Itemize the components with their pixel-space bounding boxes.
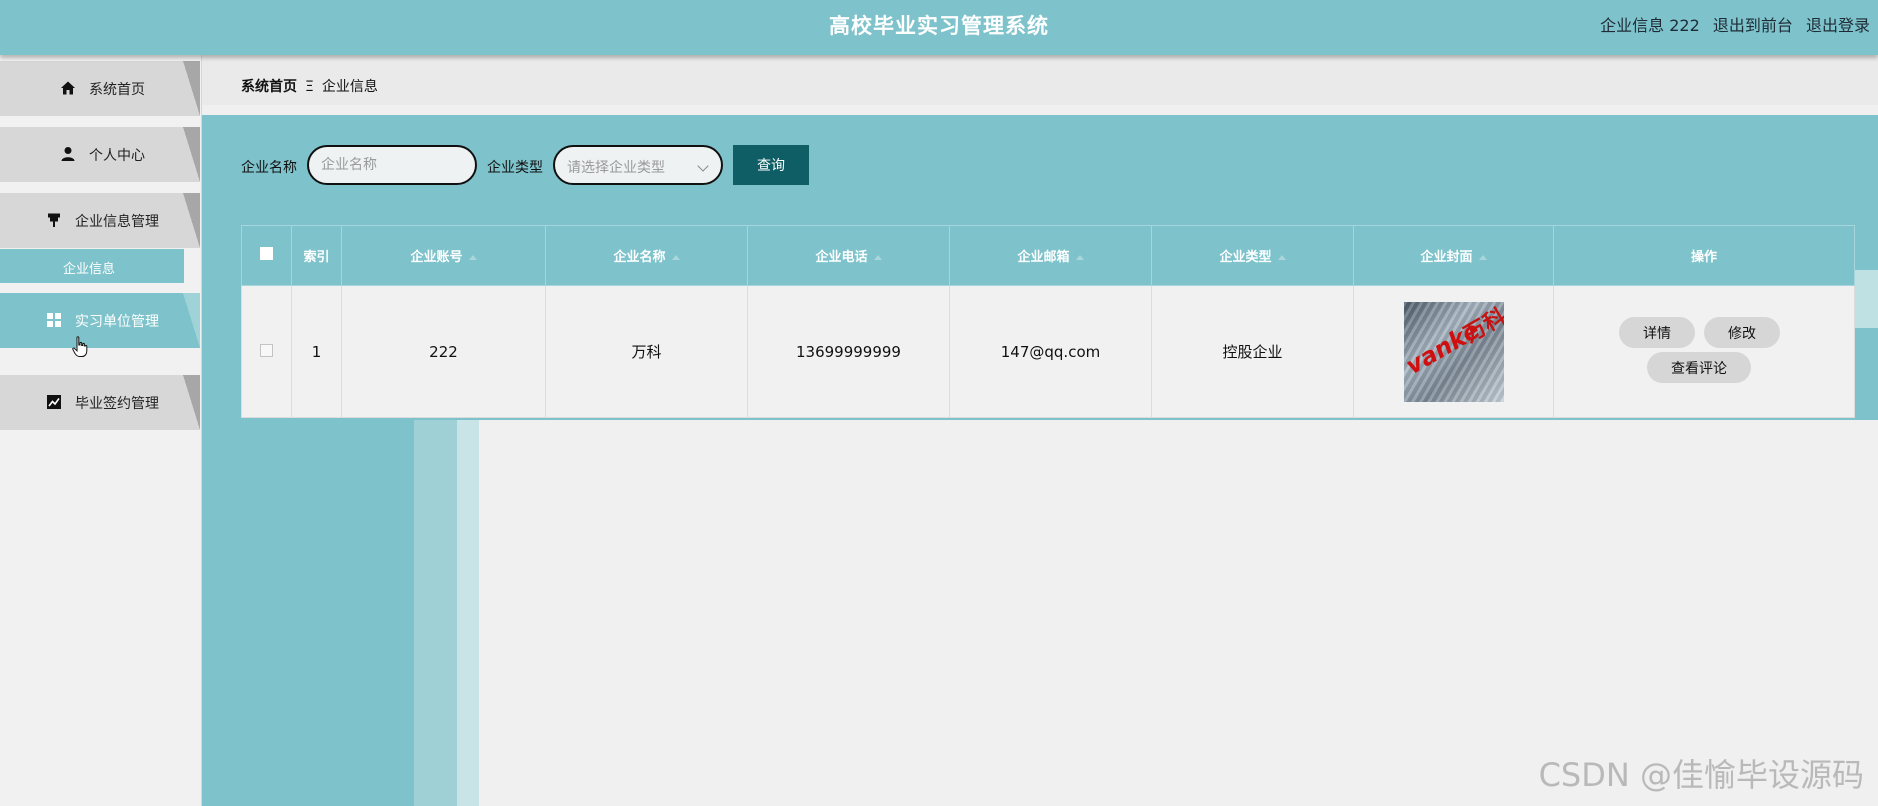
table-header-row: 索引 企业账号 企业名称 企业电话 企业邮箱 企业类型 企业封面 操作: [241, 225, 1855, 286]
breadcrumb-separator: Ξ: [305, 79, 314, 95]
hand-cursor-icon: [72, 336, 88, 357]
select-all-cell: [241, 225, 292, 286]
table-row: 1 222 万科 13699999999 147@qq.com 控股企业 van…: [241, 285, 1855, 418]
company-type-label: 企业类型: [487, 160, 543, 176]
item-fold-corner: [183, 375, 200, 430]
top-header: 高校毕业实习管理系统 企业信息 222 退出到前台 退出登录: [0, 0, 1878, 55]
submenu-label: 企业信息: [63, 262, 116, 277]
column-header-cover[interactable]: 企业封面: [1353, 225, 1554, 286]
sort-icon[interactable]: [1075, 255, 1084, 260]
cell-phone: 13699999999: [747, 285, 950, 418]
sidebar-item-label: 毕业签约管理: [75, 396, 159, 412]
sidebar-item-company-info[interactable]: 企业信息管理: [0, 193, 200, 248]
sidebar-item-label: 企业信息管理: [75, 214, 159, 230]
back-to-front-link[interactable]: 退出到前台: [1713, 16, 1793, 35]
logout-link[interactable]: 退出登录: [1806, 16, 1870, 35]
item-fold-corner: [183, 293, 200, 348]
sidebar-item-internship-unit[interactable]: 实习单位管理: [0, 293, 200, 348]
sidebar-item-label: 系统首页: [89, 82, 145, 98]
breadcrumb-home[interactable]: 系统首页: [241, 79, 297, 95]
submenu-item-company-info[interactable]: 企业信息: [0, 249, 184, 283]
select-placeholder: 请选择企业类型: [567, 160, 665, 176]
user-label: 企业信息 222: [1600, 16, 1700, 35]
cell-email: 147@qq.com: [949, 285, 1152, 418]
home-icon: [61, 81, 75, 95]
company-type-select[interactable]: 请选择企业类型: [553, 145, 723, 185]
sort-icon[interactable]: [671, 255, 680, 260]
cell-type: 控股企业: [1151, 285, 1354, 418]
sidebar-item-label: 个人中心: [89, 148, 145, 164]
cell-account: 222: [341, 285, 546, 418]
detail-button[interactable]: 详情: [1619, 317, 1695, 348]
sort-icon[interactable]: [1277, 255, 1286, 260]
cell-actions: 详情 修改 查看评论: [1553, 285, 1855, 418]
sort-icon[interactable]: [873, 255, 882, 260]
column-header-email[interactable]: 企业邮箱: [949, 225, 1152, 286]
sidebar-item-graduation-signing[interactable]: 毕业签约管理: [0, 375, 200, 430]
sidebar-item-personal-center[interactable]: 个人中心: [0, 127, 200, 182]
breadcrumb: 系统首页 Ξ 企业信息: [241, 76, 378, 96]
item-fold-corner: [183, 127, 200, 182]
user-icon: [61, 147, 75, 161]
grid-icon: [47, 313, 61, 327]
view-comments-button[interactable]: 查看评论: [1647, 352, 1751, 383]
row-select-cell: [241, 285, 292, 418]
content-lower-area: [479, 420, 1878, 806]
item-fold-corner: [183, 61, 200, 116]
cell-index: 1: [291, 285, 342, 418]
company-cover-image[interactable]: vanke 万科: [1403, 301, 1504, 402]
item-fold-corner: [183, 193, 200, 248]
decor-strip: [457, 420, 479, 806]
company-name-label: 企业名称: [241, 160, 297, 176]
chevron-down-icon: [697, 160, 709, 172]
column-header-index: 索引: [291, 225, 342, 286]
breadcrumb-bar: 系统首页 Ξ 企业信息: [202, 55, 1878, 105]
query-button[interactable]: 查询: [733, 145, 809, 185]
company-table: 索引 企业账号 企业名称 企业电话 企业邮箱 企业类型 企业封面 操作 1 22…: [241, 225, 1855, 418]
content-panel: [202, 115, 1878, 806]
company-name-input[interactable]: [307, 145, 477, 185]
column-header-actions: 操作: [1553, 225, 1855, 286]
pin-icon: [48, 213, 60, 227]
sidebar-item-label: 实习单位管理: [75, 314, 159, 330]
cell-name: 万科: [545, 285, 748, 418]
watermark: CSDN @佳愉毕设源码: [1538, 756, 1864, 794]
header-user-area: 企业信息 222 退出到前台 退出登录: [1592, 12, 1870, 36]
cell-cover: vanke 万科: [1353, 285, 1554, 418]
breadcrumb-current: 企业信息: [321, 79, 378, 95]
row-actions: 详情 修改 查看评论: [1554, 286, 1854, 417]
column-header-name[interactable]: 企业名称: [545, 225, 748, 286]
sort-icon[interactable]: [1478, 255, 1487, 260]
column-header-type[interactable]: 企业类型: [1151, 225, 1354, 286]
chart-icon: [47, 395, 61, 409]
column-header-account[interactable]: 企业账号: [341, 225, 546, 286]
decor-block: [1852, 270, 1878, 328]
sort-icon[interactable]: [468, 255, 477, 260]
edit-button[interactable]: 修改: [1704, 317, 1780, 348]
row-checkbox[interactable]: [260, 343, 273, 357]
select-all-checkbox[interactable]: [260, 247, 273, 260]
sidebar-item-home[interactable]: 系统首页: [0, 61, 200, 116]
sidebar: 系统首页 个人中心 企业信息管理 企业信息 实习单位管理 毕业签约管理: [0, 55, 202, 806]
decor-strip: [414, 420, 457, 806]
column-header-phone[interactable]: 企业电话: [747, 225, 950, 286]
